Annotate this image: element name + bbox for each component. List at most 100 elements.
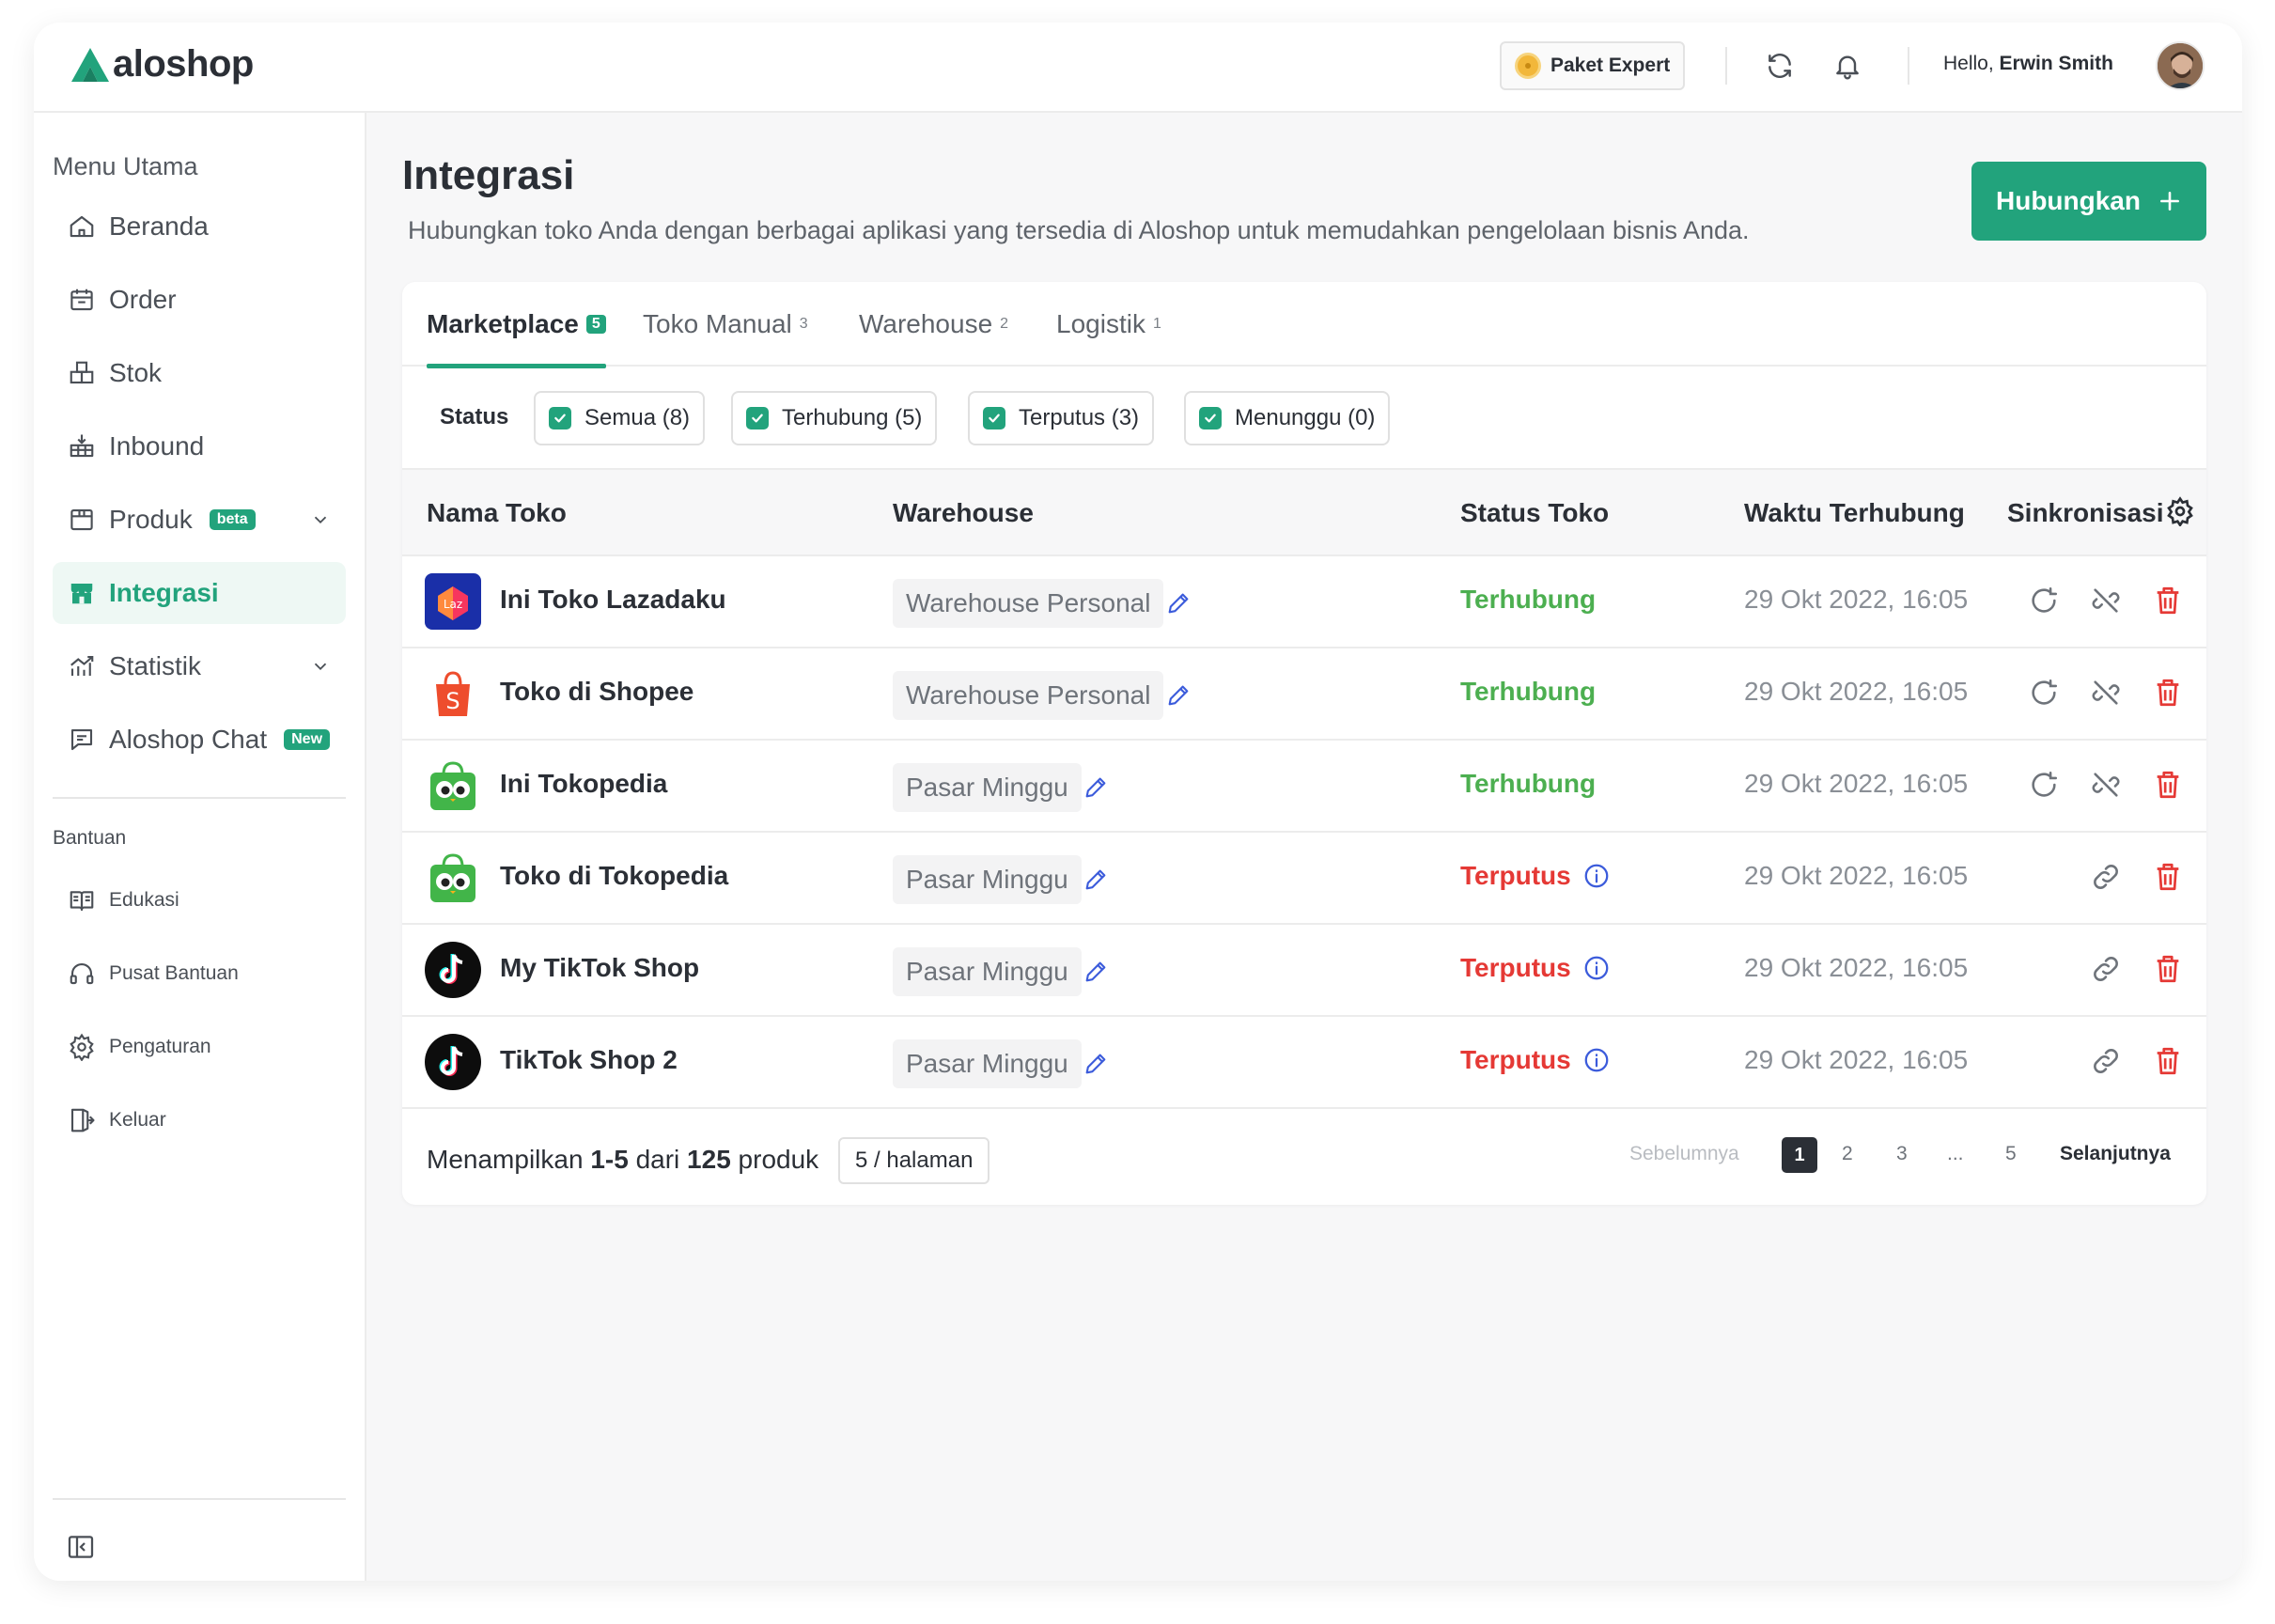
filter-chip-terputus[interactable]: Terputus (3) [968, 391, 1155, 445]
main-content: Integrasi Hubungkan toko Anda dengan ber… [366, 113, 2242, 1581]
tab-marketplace[interactable]: Marketplace 5 [427, 282, 606, 368]
sidebar-item-produk[interactable]: Produk beta [53, 489, 346, 551]
store-name: Ini Toko Lazadaku [500, 585, 726, 614]
trash-icon[interactable] [2152, 585, 2184, 617]
trash-icon[interactable] [2152, 1045, 2184, 1077]
tab-bar: Marketplace 5 Toko Manual 3 Warehouse 2 … [402, 282, 2206, 368]
sidebar-item-label: Aloshop Chat [109, 725, 268, 754]
table-footer: Menampilkan 1-5 dari 125 produk 5 / hala… [402, 1115, 2206, 1205]
sidebar-item-pengaturan[interactable]: Pengaturan [53, 1019, 346, 1075]
chevron-down-icon[interactable] [310, 509, 331, 530]
tab-label: Warehouse [859, 309, 993, 338]
sidebar-item-edukasi[interactable]: Edukasi [53, 872, 346, 929]
tab-logistik[interactable]: Logistik 1 [1056, 282, 1161, 367]
sidebar-item-label: Pusat Bantuan [109, 962, 239, 984]
showing-of: dari [635, 1145, 680, 1174]
checkbox-checked-icon[interactable] [983, 407, 1005, 429]
warehouse-chip: Warehouse Personal [893, 579, 1164, 628]
info-icon[interactable] [1582, 1046, 1611, 1074]
checkbox-checked-icon[interactable] [1199, 407, 1222, 429]
pagination-page-current[interactable]: 1 [1782, 1137, 1817, 1173]
edit-pencil-icon[interactable] [1083, 1051, 1109, 1077]
pagination-page[interactable]: 2 [1842, 1143, 1853, 1165]
checkbox-checked-icon[interactable] [746, 407, 769, 429]
sidebar-item-aloshop-chat[interactable]: Aloshop Chat New [53, 709, 346, 771]
page-size-select[interactable]: 5 / halaman [838, 1137, 990, 1184]
unlink-icon[interactable] [2090, 677, 2122, 709]
collapse-sidebar-icon[interactable] [66, 1532, 96, 1567]
plan-badge[interactable]: Paket Expert [1500, 41, 1686, 90]
edit-pencil-icon[interactable] [1083, 774, 1109, 801]
filter-chip-menunggu[interactable]: Menunggu (0) [1184, 391, 1391, 445]
table-row: Ini Tokopedia Pasar Minggu Terhubung 29 … [402, 741, 2206, 833]
chat-icon [70, 728, 93, 751]
link-icon[interactable] [2090, 861, 2122, 893]
sync-refresh-icon[interactable] [2028, 585, 2060, 617]
info-icon[interactable] [1582, 862, 1611, 890]
tab-toko-manual[interactable]: Toko Manual 3 [643, 282, 808, 367]
sidebar-item-integrasi[interactable]: Integrasi [53, 562, 346, 624]
headset-icon [70, 962, 94, 985]
info-icon[interactable] [1582, 954, 1611, 982]
edit-pencil-icon[interactable] [1083, 959, 1109, 985]
svg-text:S: S [445, 688, 460, 714]
status-label: Terhubung [1460, 677, 1597, 706]
sync-refresh-icon[interactable] [2028, 677, 2060, 709]
status-label: Terhubung [1460, 585, 1597, 614]
tab-warehouse[interactable]: Warehouse 2 [859, 282, 1008, 367]
sidebar-item-pusat-bantuan[interactable]: Pusat Bantuan [53, 945, 346, 1002]
pagination-page[interactable]: 5 [2005, 1143, 2017, 1165]
aloshop-logo-icon [71, 47, 109, 82]
store-status: Terputus [1460, 861, 1611, 891]
edit-pencil-icon[interactable] [1165, 590, 1192, 617]
sync-refresh-icon[interactable] [2028, 769, 2060, 801]
sidebar-item-label: Stok [109, 358, 163, 387]
unlink-icon[interactable] [2090, 585, 2122, 617]
bell-icon[interactable] [1829, 47, 1866, 85]
edit-pencil-icon[interactable] [1083, 867, 1109, 893]
store-icon [70, 584, 93, 604]
connect-button[interactable]: Hubungkan [1971, 162, 2206, 241]
status-label: Terputus [1460, 1045, 1571, 1074]
trash-icon[interactable] [2152, 769, 2184, 801]
chevron-down-icon[interactable] [310, 656, 331, 677]
lazada-logo-icon: Laz [425, 573, 481, 630]
sidebar-divider [53, 1498, 346, 1500]
sidebar-item-label: Produk [109, 505, 193, 534]
status-label: Terhubung [1460, 769, 1597, 798]
refresh-icon[interactable] [1761, 47, 1799, 85]
pagination-page[interactable]: 3 [1896, 1143, 1908, 1165]
sidebar-item-inbound[interactable]: Inbound [53, 415, 346, 477]
trash-icon[interactable] [2152, 861, 2184, 893]
integration-card: Marketplace 5 Toko Manual 3 Warehouse 2 … [402, 282, 2206, 1205]
page-subtitle: Hubungkan toko Anda dengan berbagai apli… [408, 216, 1750, 244]
edit-pencil-icon[interactable] [1165, 682, 1192, 709]
brand-logo[interactable]: aloshop [70, 43, 254, 86]
avatar[interactable] [2156, 41, 2205, 90]
trash-icon[interactable] [2152, 677, 2184, 709]
sidebar-item-stok[interactable]: Stok [53, 342, 346, 404]
link-icon[interactable] [2090, 1045, 2122, 1077]
user-name: Erwin Smith [1999, 53, 2113, 74]
sidebar-item-keluar[interactable]: Keluar [53, 1092, 346, 1148]
sidebar-item-order[interactable]: Order [53, 269, 346, 331]
store-status: Terhubung [1460, 677, 1596, 707]
unlink-icon[interactable] [2090, 769, 2122, 801]
showing-prefix: Menampilkan [427, 1145, 584, 1174]
trash-icon[interactable] [2152, 953, 2184, 985]
showing-total: 125 [687, 1145, 731, 1174]
tab-count: 3 [799, 316, 808, 332]
sidebar-item-label: Statistik [109, 651, 202, 680]
link-icon[interactable] [2090, 953, 2122, 985]
sidebar-item-statistik[interactable]: Statistik [53, 635, 346, 697]
sidebar-heading: Menu Utama [53, 152, 198, 180]
checkbox-checked-icon[interactable] [549, 407, 571, 429]
connected-time: 29 Okt 2022, 16:05 [1744, 585, 1969, 614]
pagination-prev[interactable]: Sebelumnya [1629, 1143, 1739, 1165]
store-name: My TikTok Shop [500, 953, 700, 982]
pagination-next[interactable]: Selanjutnya [2060, 1143, 2171, 1165]
sync-settings-gear-icon[interactable] [2165, 496, 2195, 526]
filter-chip-terhubung[interactable]: Terhubung (5) [731, 391, 938, 445]
filter-chip-semua[interactable]: Semua (8) [534, 391, 706, 445]
sidebar-item-beranda[interactable]: Beranda [53, 195, 346, 258]
